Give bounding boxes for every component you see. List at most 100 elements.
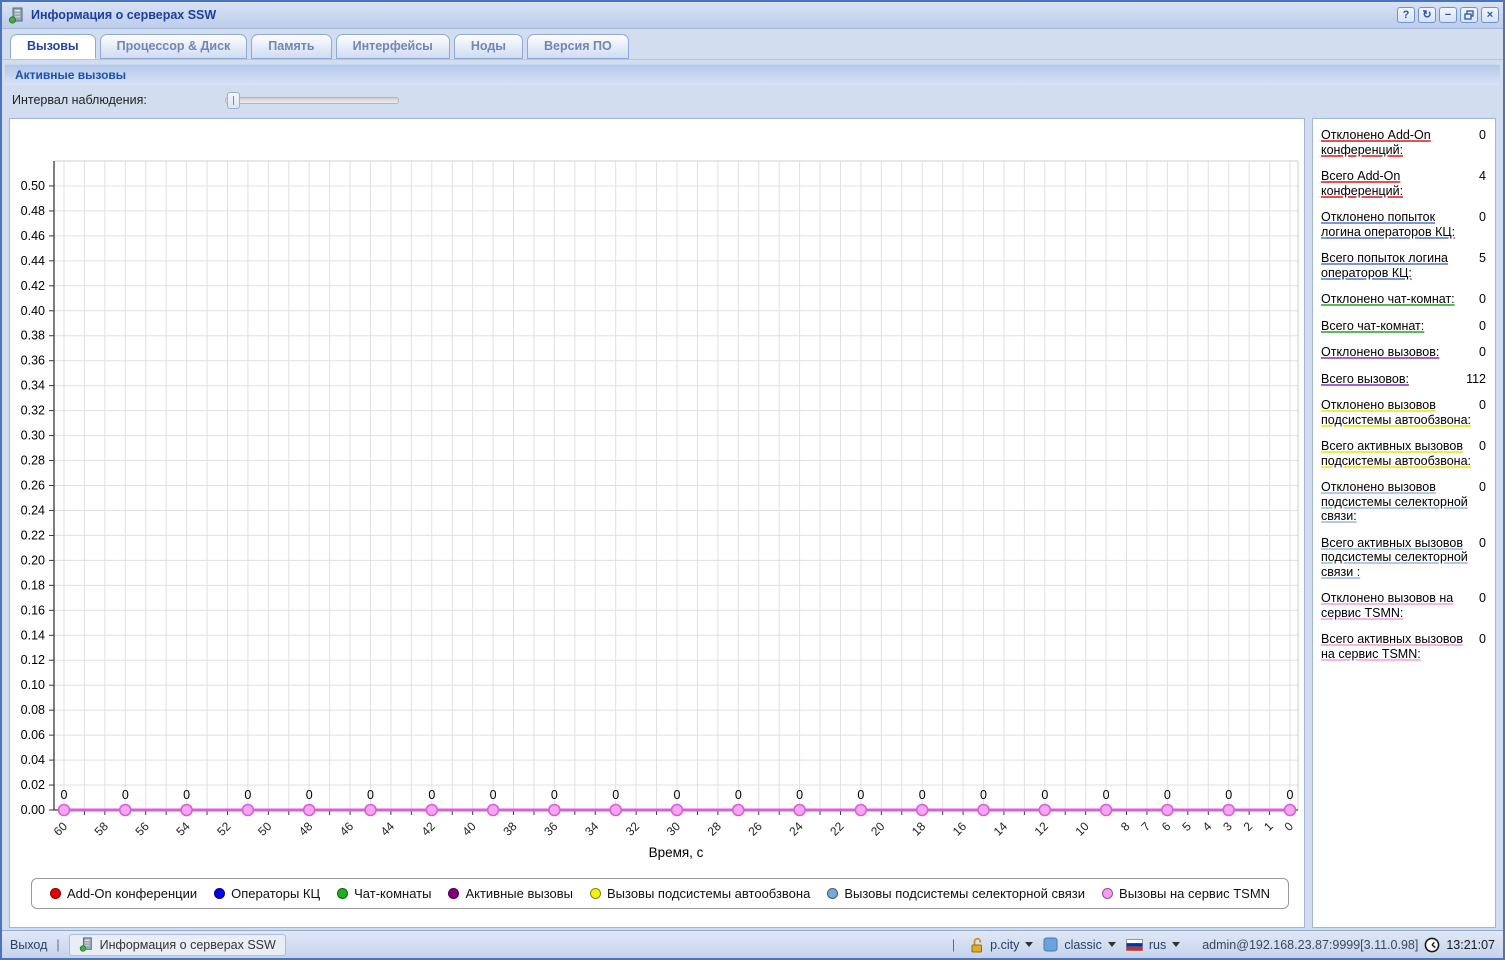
statusbar-separator: | — [56, 938, 59, 952]
svg-text:6: 6 — [1159, 819, 1174, 834]
svg-text:0: 0 — [306, 788, 313, 802]
stats-panel: Отклонено Add-On конференций:0Всего Add-… — [1312, 118, 1496, 928]
taskbar-window-label: Информация о серверах SSW — [100, 938, 276, 952]
svg-text:34: 34 — [582, 819, 602, 839]
theme-selector[interactable]: classic — [1064, 938, 1102, 952]
help-button[interactable]: ? — [1397, 7, 1415, 23]
legend-color-dot — [214, 888, 225, 899]
stat-row: Всего чат-комнат:0 — [1321, 319, 1489, 334]
close-button[interactable]: × — [1481, 7, 1499, 23]
stat-row: Всего активных вызовов подсистемы селект… — [1321, 536, 1489, 580]
svg-text:0.30: 0.30 — [21, 429, 45, 443]
stat-value: 0 — [1471, 210, 1489, 224]
language-dropdown-arrow[interactable] — [1172, 942, 1180, 947]
svg-text:24: 24 — [786, 819, 806, 839]
restore-button[interactable] — [1460, 7, 1478, 23]
svg-text:0.42: 0.42 — [21, 279, 45, 293]
tab-pamyat[interactable]: Память — [251, 34, 331, 59]
svg-text:50: 50 — [255, 819, 275, 839]
stat-label-link[interactable]: Всего чат-комнат: — [1321, 319, 1471, 334]
stat-label-link[interactable]: Отклонено попыток логина операторов КЦ: — [1321, 210, 1471, 239]
svg-text:0: 0 — [244, 788, 251, 802]
stat-row: Отклонено Add-On конференций:0 — [1321, 128, 1489, 157]
stat-row: Всего активных вызовов на сервис TSMN:0 — [1321, 632, 1489, 661]
svg-text:8: 8 — [1118, 819, 1133, 834]
interval-slider-handle[interactable] — [227, 92, 240, 109]
stat-row: Отклонено вызовов подсистемы автообзвона… — [1321, 398, 1489, 427]
svg-text:10: 10 — [1072, 819, 1092, 839]
stat-label-link[interactable]: Всего Add-On конференций: — [1321, 169, 1471, 198]
stat-value: 0 — [1471, 632, 1489, 646]
stat-value: 0 — [1471, 439, 1489, 453]
svg-text:0.28: 0.28 — [21, 454, 45, 468]
svg-text:0.46: 0.46 — [21, 229, 45, 243]
tab-processor-disk[interactable]: Процессор & Диск — [100, 34, 248, 59]
legend-color-dot — [448, 888, 459, 899]
interval-label: Интервал наблюдения: — [12, 93, 147, 107]
exit-link[interactable]: Выход — [10, 938, 47, 952]
svg-text:0: 0 — [183, 788, 190, 802]
stat-label-link[interactable]: Отклонено чат-комнат: — [1321, 292, 1471, 307]
title-bar: Информация о серверах SSW ?↻−× — [2, 2, 1503, 29]
minimize-button[interactable]: − — [1439, 7, 1457, 23]
stat-label-link[interactable]: Всего активных вызовов на сервис TSMN: — [1321, 632, 1471, 661]
svg-text:0.08: 0.08 — [21, 703, 45, 717]
tab-interfeysy[interactable]: Интерфейсы — [336, 34, 450, 59]
stat-value: 0 — [1471, 128, 1489, 142]
stat-row: Отклонено вызовов подсистемы селекторной… — [1321, 480, 1489, 524]
svg-text:0.12: 0.12 — [21, 653, 45, 667]
svg-text:0.44: 0.44 — [21, 254, 45, 268]
theme-dropdown-arrow[interactable] — [1108, 942, 1116, 947]
svg-text:0: 0 — [490, 788, 497, 802]
tab-vyzovy[interactable]: Вызовы — [10, 34, 96, 59]
section-header: Активные вызовы — [5, 64, 1500, 85]
legend-label: Add-On конференции — [67, 886, 197, 901]
stat-value: 0 — [1471, 536, 1489, 550]
interval-row: Интервал наблюдения: — [2, 85, 1503, 115]
svg-text:0.48: 0.48 — [21, 204, 45, 218]
svg-text:0.04: 0.04 — [21, 753, 45, 767]
stat-label-link[interactable]: Всего попыток логина операторов КЦ: — [1321, 251, 1471, 280]
stat-row: Всего Add-On конференций:4 — [1321, 169, 1489, 198]
tab-bar: ВызовыПроцессор & ДискПамятьИнтерфейсыНо… — [2, 29, 1503, 60]
theme-icon — [1043, 937, 1058, 952]
interval-slider[interactable] — [225, 97, 399, 104]
status-bar: Выход | Информация о серверах SSW | p.ci… — [2, 930, 1503, 958]
stat-label-link[interactable]: Всего активных вызовов подсистемы автооб… — [1321, 439, 1471, 468]
project-selector[interactable]: p.city — [990, 938, 1019, 952]
svg-text:0.14: 0.14 — [21, 628, 45, 642]
legend-color-dot — [50, 888, 61, 899]
chart-panel: 0.000.020.040.060.080.100.120.140.160.18… — [9, 118, 1305, 928]
stat-row: Отклонено попыток логина операторов КЦ:0 — [1321, 210, 1489, 239]
svg-text:56: 56 — [133, 819, 153, 839]
stat-label-link[interactable]: Отклонено вызовов на сервис TSMN: — [1321, 591, 1471, 620]
stat-label-link[interactable]: Отклонено вызовов подсистемы селекторной… — [1321, 480, 1471, 524]
stat-label-link[interactable]: Всего активных вызовов подсистемы селект… — [1321, 536, 1471, 580]
svg-text:0: 0 — [919, 788, 926, 802]
calls-chart-svg: 0.000.020.040.060.080.100.120.140.160.18… — [10, 119, 1303, 869]
taskbar-window-button[interactable]: Информация о серверах SSW — [69, 934, 286, 956]
stat-label-link[interactable]: Всего вызовов: — [1321, 372, 1466, 387]
svg-text:0.20: 0.20 — [21, 553, 45, 567]
legend-item: Add-On конференции — [50, 886, 197, 901]
stat-label-link[interactable]: Отклонено вызовов подсистемы автообзвона… — [1321, 398, 1471, 427]
svg-text:54: 54 — [173, 819, 193, 839]
svg-text:3: 3 — [1220, 819, 1235, 834]
stat-value: 0 — [1471, 292, 1489, 306]
stat-label-link[interactable]: Отклонено Add-On конференций: — [1321, 128, 1471, 157]
language-selector[interactable]: rus — [1149, 938, 1166, 952]
stat-row: Всего попыток логина операторов КЦ:5 — [1321, 251, 1489, 280]
refresh-button[interactable]: ↻ — [1418, 7, 1436, 23]
legend-label: Вызовы подсистемы селекторной связи — [844, 886, 1085, 901]
chart-legend: Add-On конференцииОператоры КЦЧат-комнат… — [31, 878, 1289, 909]
svg-text:14: 14 — [991, 819, 1011, 839]
stat-label-link[interactable]: Отклонено вызовов: — [1321, 345, 1471, 360]
svg-text:0.16: 0.16 — [21, 603, 45, 617]
tab-versiya-po[interactable]: Версия ПО — [527, 34, 629, 59]
svg-text:0: 0 — [1287, 788, 1294, 802]
project-dropdown-arrow[interactable] — [1025, 942, 1033, 947]
svg-text:20: 20 — [868, 819, 888, 839]
legend-item: Вызовы на сервис TSMN — [1102, 886, 1270, 901]
svg-text:0.24: 0.24 — [21, 503, 45, 517]
tab-nody[interactable]: Ноды — [454, 34, 523, 59]
